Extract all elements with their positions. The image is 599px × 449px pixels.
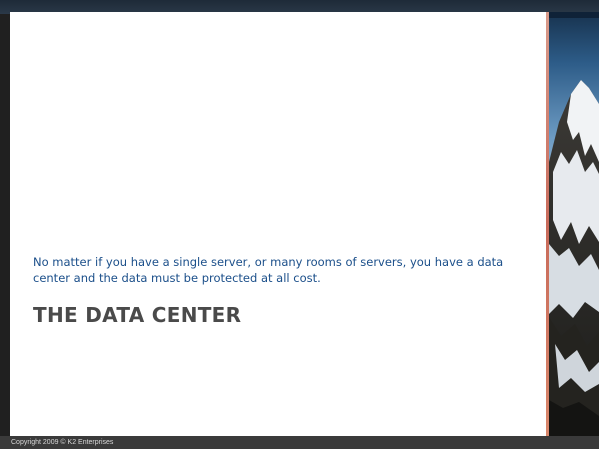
content-panel <box>10 12 546 436</box>
slide-subtitle: No matter if you have a single server, o… <box>33 255 504 285</box>
slide-title: THE DATA CENTER <box>33 303 242 327</box>
mountain-photo <box>549 12 599 436</box>
presentation-slide: No matter if you have a single server, o… <box>0 0 599 449</box>
copyright-footer: Copyright 2009 © K2 Enterprises <box>11 439 114 446</box>
